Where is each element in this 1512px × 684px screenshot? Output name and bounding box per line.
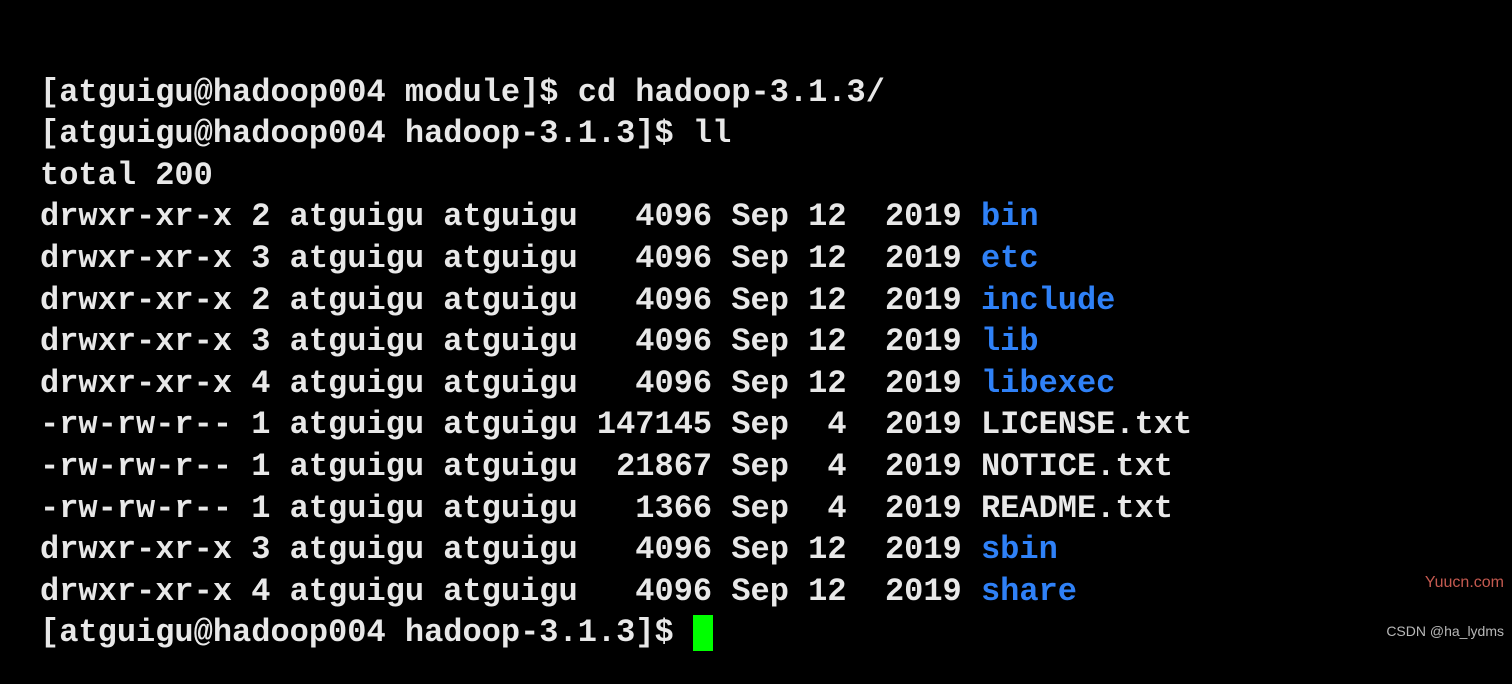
list-row: -rw-rw-r-- 1 atguigu atguigu 147145 Sep … <box>40 406 1192 443</box>
prompt-line-1: [atguigu@hadoop004 module]$ cd hadoop-3.… <box>40 74 885 111</box>
shell-prompt: [atguigu@hadoop004 hadoop-3.1.3]$ <box>40 614 693 651</box>
file-name: sbin <box>981 531 1058 568</box>
terminal-output[interactable]: [atguigu@hadoop004 module]$ cd hadoop-3.… <box>0 0 1512 684</box>
shell-prompt: [atguigu@hadoop004 hadoop-3.1.3]$ <box>40 115 693 152</box>
prompt-line-final: [atguigu@hadoop004 hadoop-3.1.3]$ <box>40 614 713 651</box>
file-listing: drwxr-xr-x 2 atguigu atguigu 4096 Sep 12… <box>40 196 1472 612</box>
file-name: include <box>981 282 1115 319</box>
list-row: drwxr-xr-x 3 atguigu atguigu 4096 Sep 12… <box>40 323 1039 360</box>
file-name: LICENSE.txt <box>981 406 1192 443</box>
list-row: drwxr-xr-x 2 atguigu atguigu 4096 Sep 12… <box>40 282 1115 319</box>
shell-prompt: [atguigu@hadoop004 module]$ <box>40 74 578 111</box>
list-row: drwxr-xr-x 3 atguigu atguigu 4096 Sep 12… <box>40 531 1058 568</box>
terminal-cursor <box>693 615 713 651</box>
file-name: NOTICE.txt <box>981 448 1173 485</box>
list-row: drwxr-xr-x 4 atguigu atguigu 4096 Sep 12… <box>40 365 1115 402</box>
list-row: drwxr-xr-x 4 atguigu atguigu 4096 Sep 12… <box>40 573 1077 610</box>
file-name: bin <box>981 198 1039 235</box>
command-cd: cd hadoop-3.1.3/ <box>578 74 885 111</box>
list-row: -rw-rw-r-- 1 atguigu atguigu 1366 Sep 4 … <box>40 490 1173 527</box>
command-ll: ll <box>693 115 731 152</box>
file-name: share <box>981 573 1077 610</box>
list-row: drwxr-xr-x 2 atguigu atguigu 4096 Sep 12… <box>40 198 1039 235</box>
file-name: lib <box>981 323 1039 360</box>
watermark-csdn: CSDN @ha_lydms <box>1386 622 1504 640</box>
list-row: drwxr-xr-x 3 atguigu atguigu 4096 Sep 12… <box>40 240 1039 277</box>
file-name: README.txt <box>981 490 1173 527</box>
prompt-line-2: [atguigu@hadoop004 hadoop-3.1.3]$ ll <box>40 115 731 152</box>
file-name: libexec <box>981 365 1115 402</box>
watermark-yuucn: Yuucn.com <box>1425 573 1504 594</box>
total-line: total 200 <box>40 157 213 194</box>
list-row: -rw-rw-r-- 1 atguigu atguigu 21867 Sep 4… <box>40 448 1173 485</box>
file-name: etc <box>981 240 1039 277</box>
